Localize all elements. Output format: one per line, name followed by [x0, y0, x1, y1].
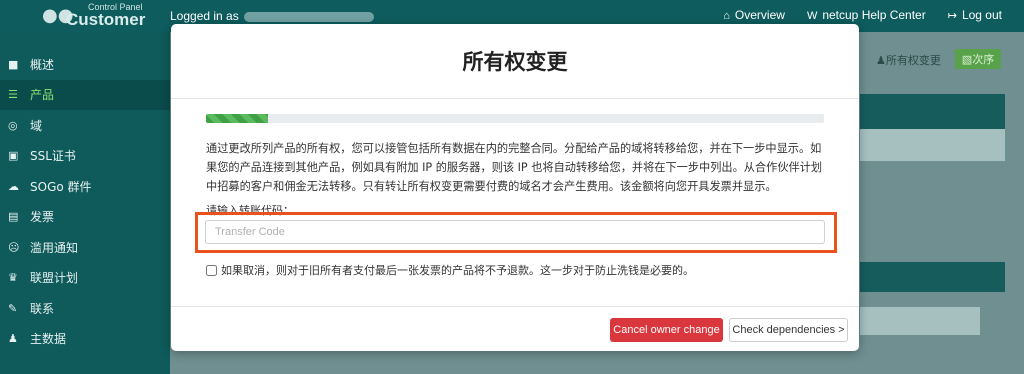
trophy-icon: ♛	[8, 271, 18, 285]
panel-body	[860, 307, 980, 335]
owner-change-link[interactable]: ♟所有权变更	[876, 52, 941, 68]
sidebar-item-sogo[interactable]: ☁ SOGo 群件	[0, 171, 170, 202]
progress-bar	[206, 114, 824, 123]
sidebar-item-products[interactable]: ☰ 产品	[0, 79, 170, 110]
modal-title: 所有权变更	[462, 50, 568, 74]
panel-body	[860, 129, 1005, 161]
database-icon: ☰	[8, 88, 18, 102]
logged-in-label: Logged in as	[170, 9, 239, 23]
overview-link[interactable]: ⌂ Overview	[723, 8, 785, 22]
help-center-link[interactable]: Wnetcup Help Center	[807, 8, 926, 22]
refund-consent-label: 如果取消，则对于旧所有者支付最后一张发票的产品将不予退款。这一步对于防止洗钱是必…	[221, 264, 694, 277]
check-dependencies-button[interactable]: Check dependencies >	[729, 318, 848, 342]
logout-icon: ↦	[947, 10, 957, 22]
logo-title: Customer	[66, 10, 146, 29]
money-icon: ▤	[8, 210, 19, 224]
lock-icon: ▣	[8, 149, 19, 163]
sidebar-item-domains[interactable]: ◎ 域	[0, 110, 170, 141]
cart-icon: ▧	[961, 52, 973, 66]
cloud-icon: ☁	[8, 179, 19, 193]
owner-change-modal: 所有权变更 通过更改所列产品的所有权，您可以接管包括所有数据在内的完整合同。分配…	[171, 24, 859, 351]
top-links: ⌂ Overview Wnetcup Help Center ↦ Log out	[723, 8, 1002, 22]
user-icon: ♟	[8, 332, 18, 346]
users-icon: ♟	[876, 54, 886, 67]
sidebar-item-contact[interactable]: ✎ 联系	[0, 293, 170, 324]
divider	[171, 98, 859, 99]
transfer-code-input[interactable]	[205, 220, 825, 244]
panel-header	[860, 94, 1005, 129]
logout-link[interactable]: ↦ Log out	[948, 8, 1002, 22]
order-button[interactable]: ▧ 次序	[955, 49, 1001, 69]
progress-fill	[206, 114, 268, 123]
cancel-owner-change-button[interactable]: Cancel owner change	[610, 318, 723, 342]
sidebar-item-ssl[interactable]: ▣ SSL证书	[0, 141, 170, 172]
dashboard-icon: ■	[8, 57, 19, 71]
logo[interactable]: ●● Control Panel Customer	[42, 2, 162, 29]
edit-icon: ✎	[8, 301, 18, 315]
refund-consent-checkbox[interactable]	[206, 264, 217, 276]
redacted-username	[244, 11, 375, 22]
modal-description: 通过更改所列产品的所有权，您可以接管包括所有数据在内的完整合同。分配给产品的域将…	[206, 142, 823, 193]
help-icon: W	[806, 10, 818, 22]
divider	[171, 306, 859, 307]
panel-header	[860, 262, 1005, 292]
sidebar-item-invoices[interactable]: ▤ 发票	[0, 202, 170, 233]
sidebar-item-overview[interactable]: ■ 概述	[0, 49, 170, 80]
home-icon: ⌂	[723, 10, 730, 22]
sidebar-item-affiliate[interactable]: ♛ 联盟计划	[0, 263, 170, 294]
frown-icon: ☹	[8, 240, 20, 254]
sidebar-item-abuse[interactable]: ☹ 滥用通知	[0, 232, 170, 263]
globe-icon: ◎	[8, 118, 18, 132]
logged-in-status: Logged in as	[170, 9, 375, 23]
sidebar: ■ 概述 ☰ 产品 ◎ 域 ▣ SSL证书 ☁ SOGo 群件 ▤ 发票 ☹ 滥用通知 ♛ 联盟…	[0, 32, 170, 374]
sidebar-item-master-data[interactable]: ♟ 主数据	[0, 324, 170, 355]
refund-consent-row[interactable]: 如果取消，则对于旧所有者支付最后一张发票的产品将不予退款。这一步对于防止洗钱是必…	[206, 262, 694, 278]
